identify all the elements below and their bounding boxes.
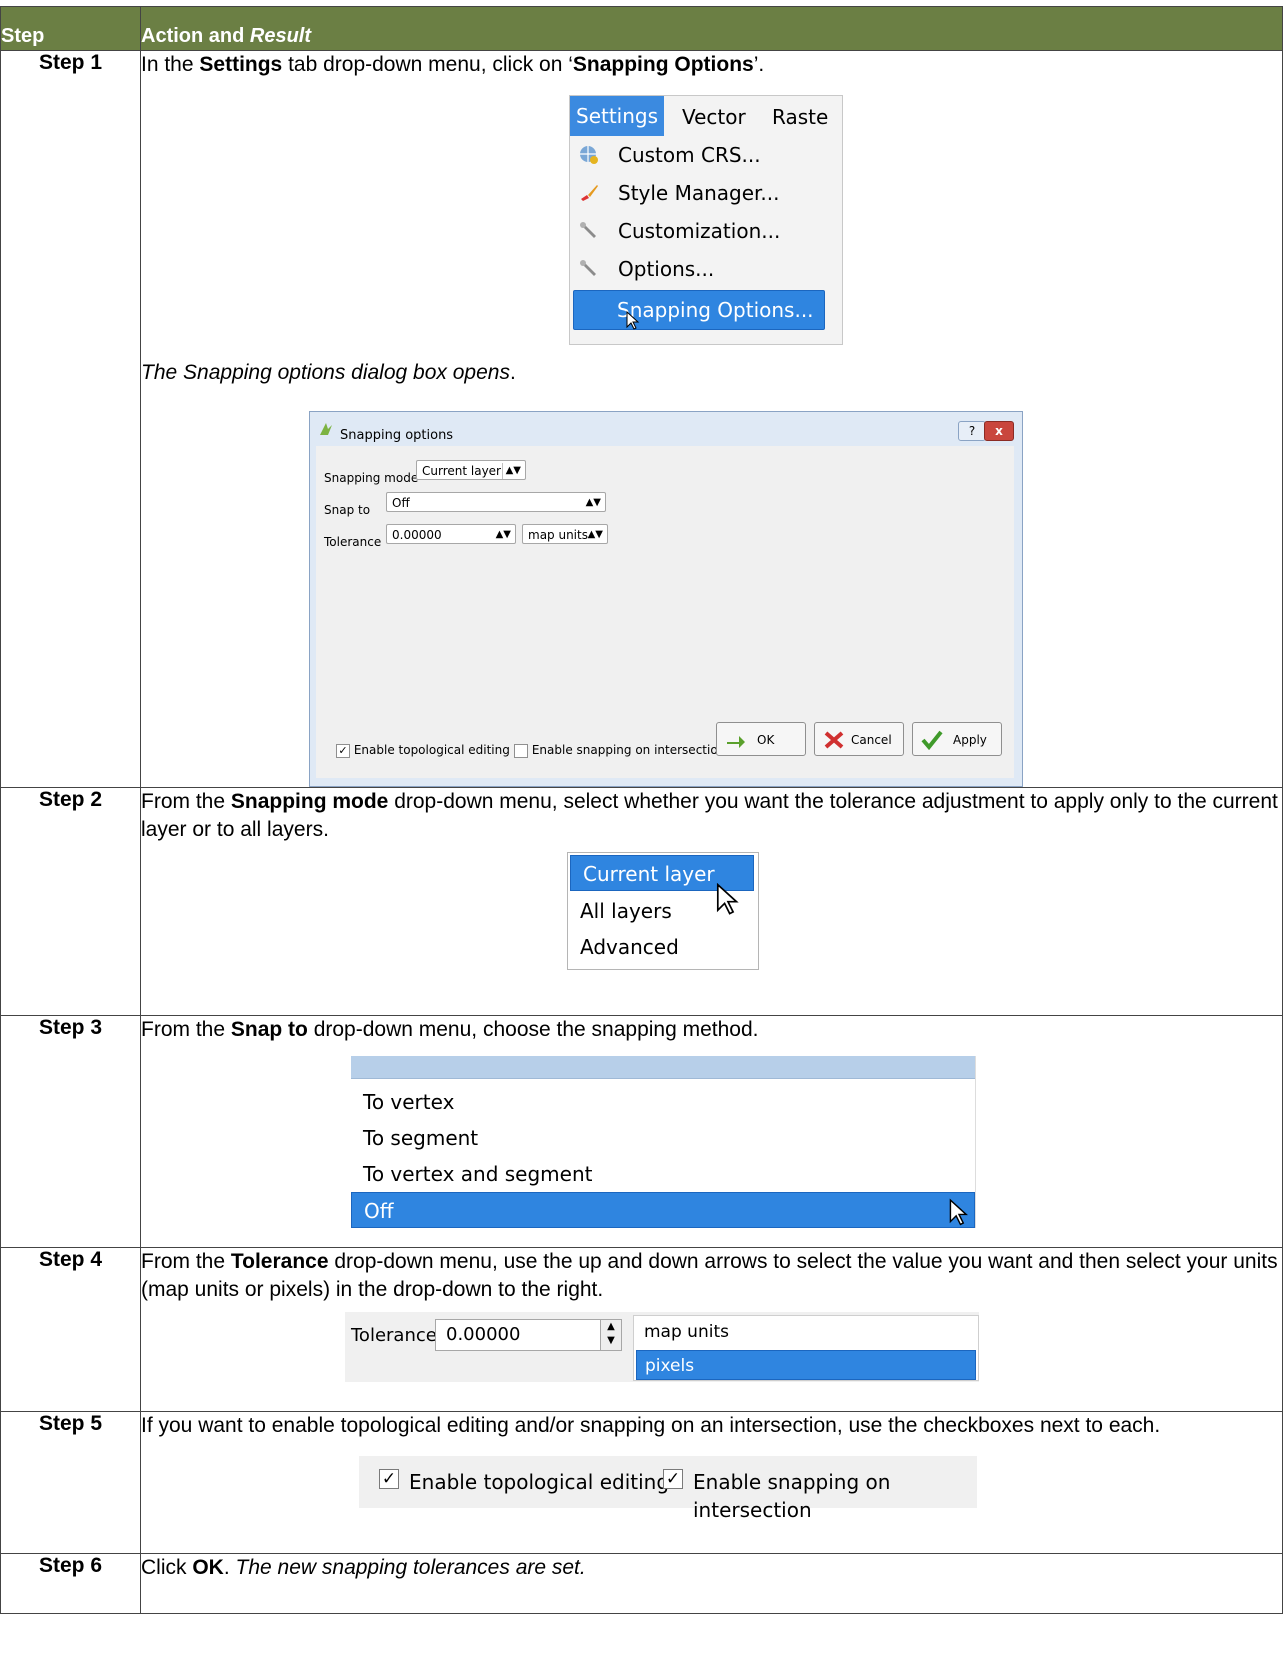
step-instruction: In the Settings tab drop-down menu, clic… — [141, 53, 765, 76]
step-result: The Snapping options dialog box opens. — [141, 361, 516, 384]
checkbox-checked[interactable]: ✓ — [663, 1469, 683, 1489]
snap-to-dropdown: To vertex To segment To vertex and segme… — [351, 1056, 976, 1228]
ok-arrow-icon — [727, 736, 745, 748]
snapping-intersection-checkbox[interactable]: Enable snapping on intersection — [514, 736, 725, 764]
snapping-icon — [320, 423, 332, 435]
menu-bar: Settings Vector Raste — [570, 96, 842, 136]
steps-table: Step Action and Result Step 1 In the Set… — [0, 6, 1283, 1614]
option-advanced[interactable]: Advanced — [568, 929, 758, 965]
menu-item-customization[interactable]: Customization... — [570, 212, 842, 250]
step-action: From the Tolerance drop-down menu, use t… — [140, 1247, 1283, 1412]
checkbox-checked[interactable]: ✓ — [336, 743, 350, 758]
table-row: Step 5 If you want to enable topological… — [0, 1411, 1283, 1554]
cancel-button[interactable]: Cancel — [814, 722, 904, 756]
apply-button[interactable]: Apply — [912, 722, 1002, 756]
topological-editing-checkbox[interactable]: ✓ Enable topological editing — [336, 736, 510, 764]
wrench-icon — [580, 260, 596, 276]
dialog-body: Snapping mode Current layer ▲▼ Snap to Of… — [316, 446, 1014, 778]
snap-to-label: Snap to — [324, 503, 371, 517]
option-map-units[interactable]: map units — [634, 1316, 978, 1348]
step-instruction: If you want to enable topological editin… — [141, 1414, 1161, 1437]
menu-item-options[interactable]: Options... — [570, 250, 842, 288]
step-action: From the Snapping mode drop-down menu, s… — [140, 787, 1283, 1016]
menu-raster[interactable]: Raste — [772, 103, 828, 131]
snapping-intersection-label: Enable snapping on intersection — [693, 1470, 891, 1522]
option-off[interactable]: Off — [351, 1192, 975, 1228]
spin-arrows-icon[interactable]: ▲▼ — [496, 525, 511, 545]
step-action: If you want to enable topological editin… — [140, 1411, 1283, 1554]
checkboxes-screenshot: ✓ Enable topological editing ✓ Enable sn… — [359, 1456, 977, 1522]
mouse-cursor-icon — [626, 311, 640, 330]
topological-editing-label: Enable topological editing — [409, 1470, 670, 1494]
menu-item-custom-crs[interactable]: Custom CRS... — [570, 136, 842, 174]
option-to-vertex-and-segment[interactable]: To vertex and segment — [351, 1156, 975, 1192]
step-instruction: From the Snapping mode drop-down menu, s… — [141, 790, 1278, 841]
tolerance-label: Tolerance — [351, 1325, 437, 1346]
globe-icon — [580, 146, 598, 164]
step-label: Step 4 — [0, 1247, 141, 1412]
close-button[interactable]: x — [984, 421, 1014, 441]
dialog-titlebar: Snapping options ? x — [310, 412, 1022, 446]
menu-settings[interactable]: Settings — [570, 96, 665, 136]
updown-icon: ▲▼ — [505, 465, 521, 476]
option-to-vertex[interactable]: To vertex — [351, 1084, 975, 1120]
table-header-row: Step Action and Result — [0, 6, 1283, 51]
step-label: Step 2 — [0, 787, 141, 1016]
spin-arrows-icon[interactable]: ▲▼ — [600, 1319, 622, 1351]
ok-button[interactable]: OK — [716, 722, 806, 756]
step-action: From the Snap to drop-down menu, choose … — [140, 1015, 1283, 1248]
checkbox-unchecked[interactable] — [514, 743, 528, 758]
table-row: Step 2 From the Snapping mode drop-down … — [0, 787, 1283, 1016]
header-action: Action and Result — [140, 6, 1283, 51]
cancel-x-icon — [824, 731, 844, 749]
paintbrush-icon — [581, 185, 598, 201]
step-label: Step 3 — [0, 1015, 141, 1248]
table-row: Step 6 Click OK. The new snapping tolera… — [0, 1553, 1283, 1614]
option-to-segment[interactable]: To segment — [351, 1120, 975, 1156]
table-row: Step 1 In the Settings tab drop-down men… — [0, 50, 1283, 788]
snapping-options-dialog: Snapping options ? x Snapping mode Curre… — [309, 411, 1023, 787]
step-action: In the Settings tab drop-down menu, clic… — [140, 50, 1283, 788]
tolerance-units-combo[interactable]: map units ▲▼ — [522, 524, 608, 544]
table-row: Step 4 From the Tolerance drop-down menu… — [0, 1247, 1283, 1412]
tolerance-screenshot: Tolerance 0.00000 ▲ ▼ map units pixels — [345, 1312, 979, 1382]
menu-item-style-manager[interactable]: Style Manager... — [570, 174, 842, 212]
settings-menu-screenshot: Settings Vector Raste Custom CRS... Styl… — [569, 95, 843, 345]
step-label: Step 6 — [0, 1553, 141, 1614]
checkbox-checked[interactable]: ✓ — [379, 1469, 399, 1489]
checkmark-icon — [921, 730, 943, 750]
dropdown-header — [351, 1056, 975, 1079]
step-label: Step 1 — [0, 50, 141, 788]
snap-to-combo[interactable]: Off ▲▼ — [386, 492, 606, 512]
wrench-icon — [580, 222, 596, 238]
menu-vector[interactable]: Vector — [682, 103, 746, 131]
units-dropdown: map units pixels — [633, 1315, 979, 1381]
header-step: Step — [0, 6, 141, 51]
step-label: Step 5 — [0, 1411, 141, 1554]
step-action: Click OK. The new snapping tolerances ar… — [140, 1553, 1283, 1614]
mouse-cursor-icon — [716, 883, 739, 915]
snapping-mode-label: Snapping mode — [324, 471, 419, 485]
step-instruction: From the Snap to drop-down menu, choose … — [141, 1018, 759, 1041]
step-instruction: Click OK. The new snapping tolerances ar… — [141, 1556, 586, 1579]
option-pixels[interactable]: pixels — [636, 1350, 976, 1380]
updown-icon: ▲▼ — [587, 529, 603, 540]
table-row: Step 3 From the Snap to drop-down menu, … — [0, 1015, 1283, 1248]
snapping-mode-combo[interactable]: Current layer ▲▼ — [416, 460, 526, 480]
mouse-cursor-icon — [949, 1198, 968, 1226]
snapping-mode-dropdown: Current layer All layers Advanced — [567, 852, 759, 970]
help-button[interactable]: ? — [958, 421, 986, 441]
tolerance-label: Tolerance — [324, 535, 382, 549]
tolerance-spinbox[interactable]: 0.00000 ▲▼ — [386, 524, 516, 544]
step-instruction: From the Tolerance drop-down menu, use t… — [141, 1250, 1278, 1301]
updown-icon: ▲▼ — [585, 497, 601, 508]
tolerance-input[interactable]: 0.00000 — [435, 1319, 615, 1351]
document-page: Step Action and Result Step 1 In the Set… — [0, 0, 1283, 1671]
menu-item-snapping-options[interactable]: Snapping Options... — [573, 290, 825, 330]
